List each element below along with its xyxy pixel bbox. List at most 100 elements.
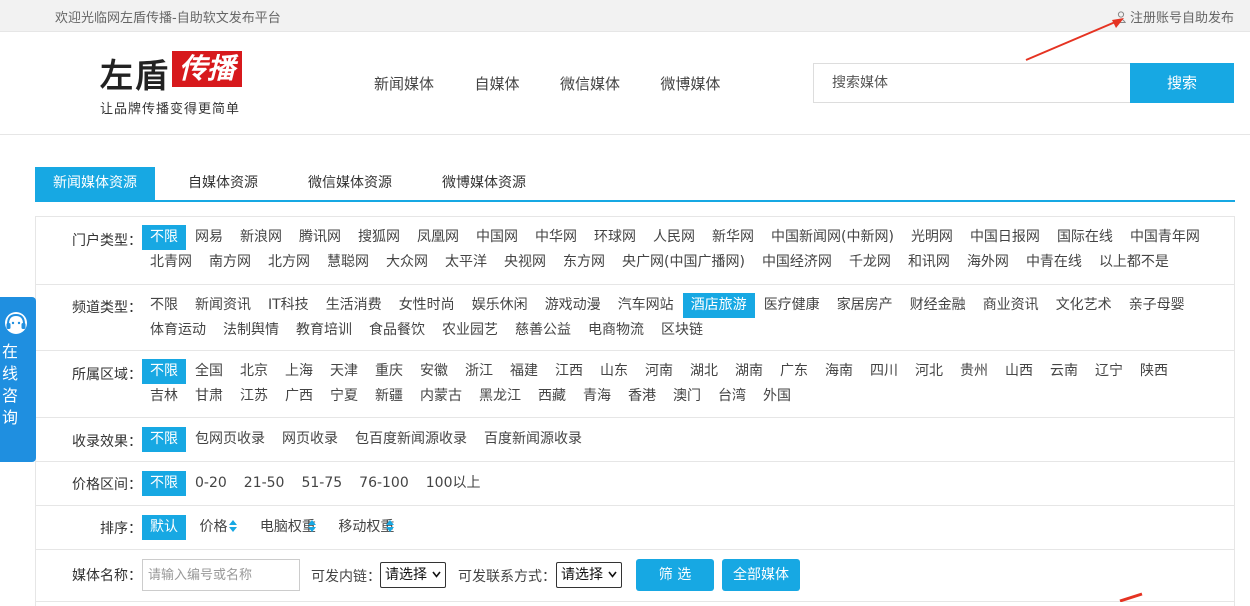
filter-option[interactable]: IT科技 — [260, 293, 317, 318]
filter-option[interactable]: 以上都不是 — [1091, 250, 1177, 275]
filter-option[interactable]: 湖北 — [682, 359, 726, 384]
filter-option[interactable]: 北青网 — [142, 250, 200, 275]
filter-option[interactable]: 搜狐网 — [350, 225, 408, 250]
sort-default[interactable]: 默认 — [142, 515, 186, 540]
filter-option[interactable]: 食品餐饮 — [361, 318, 433, 343]
filter-option[interactable]: 76-100 — [351, 471, 417, 496]
contact-select[interactable]: 请选择 — [556, 562, 622, 588]
register-link[interactable]: 注册账号自助发布 — [1115, 7, 1234, 26]
filter-option[interactable]: 四川 — [862, 359, 906, 384]
sort-pc-weight[interactable]: 电脑权重 — [252, 515, 325, 540]
filter-option[interactable]: 财经金融 — [902, 293, 974, 318]
filter-option[interactable]: 黑龙江 — [471, 384, 529, 409]
filter-option[interactable]: 重庆 — [367, 359, 411, 384]
filter-option[interactable]: 0-20 — [187, 471, 235, 496]
filter-option[interactable]: 辽宁 — [1087, 359, 1131, 384]
filter-option[interactable]: 慈善公益 — [507, 318, 579, 343]
nav-self-media[interactable]: 自媒体 — [474, 73, 519, 94]
filter-option[interactable]: 医疗健康 — [756, 293, 828, 318]
tab-wechat-media-resources[interactable]: 微信媒体资源 — [308, 167, 392, 200]
filter-option[interactable]: 凤凰网 — [409, 225, 467, 250]
nav-wechat-media[interactable]: 微信媒体 — [560, 73, 620, 94]
filter-option[interactable]: 新华网 — [704, 225, 762, 250]
sort-mobile-weight[interactable]: 移动权重 — [330, 515, 403, 540]
filter-option[interactable]: 中青在线 — [1018, 250, 1090, 275]
filter-option[interactable]: 国际在线 — [1049, 225, 1121, 250]
filter-option[interactable]: 台湾 — [710, 384, 754, 409]
filter-option[interactable]: 包百度新闻源收录 — [347, 427, 475, 452]
tab-news-media-resources[interactable]: 新闻媒体资源 — [35, 167, 155, 200]
filter-option[interactable]: 中国经济网 — [754, 250, 840, 275]
filter-option[interactable]: 娱乐休闲 — [464, 293, 536, 318]
filter-option[interactable]: 浙江 — [457, 359, 501, 384]
all-media-button[interactable]: 全部媒体 — [722, 559, 800, 591]
site-logo[interactable]: 左盾 传播 让品牌传播变得更简单 — [100, 49, 245, 119]
filter-option[interactable]: 甘肃 — [187, 384, 231, 409]
filter-option[interactable]: 太平洋 — [437, 250, 495, 275]
filter-option[interactable]: 生活消费 — [318, 293, 390, 318]
filter-option[interactable]: 中华网 — [527, 225, 585, 250]
filter-option[interactable]: 新浪网 — [232, 225, 290, 250]
nav-news-media[interactable]: 新闻媒体 — [374, 73, 434, 94]
filter-option[interactable]: 中国青年网 — [1122, 225, 1208, 250]
filter-option[interactable]: 宁夏 — [322, 384, 366, 409]
filter-option[interactable]: 包网页收录 — [187, 427, 273, 452]
filter-option[interactable]: 和讯网 — [900, 250, 958, 275]
filter-option[interactable]: 不限 — [142, 359, 186, 384]
filter-option[interactable]: 不限 — [142, 427, 186, 452]
filter-option[interactable]: 云南 — [1042, 359, 1086, 384]
filter-option[interactable]: 广东 — [772, 359, 816, 384]
filter-option[interactable]: 体育运动 — [142, 318, 214, 343]
filter-option[interactable]: 江苏 — [232, 384, 276, 409]
filter-option[interactable]: 21-50 — [236, 471, 293, 496]
filter-option[interactable]: 北京 — [232, 359, 276, 384]
filter-option[interactable]: 网页收录 — [274, 427, 346, 452]
filter-option[interactable]: 千龙网 — [841, 250, 899, 275]
filter-option[interactable]: 青海 — [575, 384, 619, 409]
filter-option[interactable]: 光明网 — [903, 225, 961, 250]
filter-option[interactable]: 新疆 — [367, 384, 411, 409]
filter-option[interactable]: 商业资讯 — [975, 293, 1047, 318]
filter-option[interactable]: 中国日报网 — [962, 225, 1048, 250]
filter-option[interactable]: 酒店旅游 — [682, 293, 755, 318]
media-name-input[interactable] — [142, 559, 300, 591]
filter-option[interactable]: 广西 — [277, 384, 321, 409]
filter-option[interactable]: 人民网 — [645, 225, 703, 250]
filter-option[interactable]: 福建 — [502, 359, 546, 384]
filter-option[interactable]: 慧聪网 — [319, 250, 377, 275]
filter-option[interactable]: 中国网 — [468, 225, 526, 250]
filter-option[interactable]: 河南 — [637, 359, 681, 384]
filter-option[interactable]: 区块链 — [653, 318, 711, 343]
tab-self-media-resources[interactable]: 自媒体资源 — [188, 167, 258, 200]
sort-price[interactable]: 价格 — [191, 515, 246, 540]
filter-option[interactable]: 河北 — [907, 359, 951, 384]
filter-option[interactable]: 不限 — [142, 225, 186, 250]
filter-option[interactable]: 澳门 — [665, 384, 709, 409]
filter-option[interactable]: 山东 — [592, 359, 636, 384]
filter-option[interactable]: 法制舆情 — [215, 318, 287, 343]
filter-option[interactable]: 农业园艺 — [434, 318, 506, 343]
filter-button[interactable]: 筛 选 — [636, 559, 714, 591]
filter-option[interactable]: 大众网 — [378, 250, 436, 275]
filter-option[interactable]: 51-75 — [293, 471, 350, 496]
filter-option[interactable]: 环球网 — [586, 225, 644, 250]
filter-option[interactable]: 教育培训 — [288, 318, 360, 343]
filter-option[interactable]: 女性时尚 — [391, 293, 463, 318]
filter-option[interactable]: 江西 — [547, 359, 591, 384]
filter-option[interactable]: 山西 — [997, 359, 1041, 384]
filter-option[interactable]: 内蒙古 — [412, 384, 470, 409]
filter-option[interactable]: 西藏 — [530, 384, 574, 409]
filter-option[interactable]: 天津 — [322, 359, 366, 384]
link-select[interactable]: 请选择 — [380, 562, 446, 588]
filter-option[interactable]: 亲子母婴 — [1121, 293, 1193, 318]
filter-option[interactable]: 陕西 — [1132, 359, 1176, 384]
filter-option[interactable]: 海外网 — [959, 250, 1017, 275]
filter-option[interactable]: 东方网 — [555, 250, 613, 275]
filter-option[interactable]: 不限 — [142, 293, 186, 318]
search-input[interactable] — [813, 63, 1131, 103]
filter-option[interactable]: 家居房产 — [829, 293, 901, 318]
filter-option[interactable]: 百度新闻源收录 — [476, 427, 590, 452]
filter-option[interactable]: 不限 — [142, 471, 186, 496]
online-consult-widget[interactable]: 在线咨询 — [0, 297, 36, 462]
filter-option[interactable]: 中国新闻网(中新网) — [763, 225, 902, 250]
